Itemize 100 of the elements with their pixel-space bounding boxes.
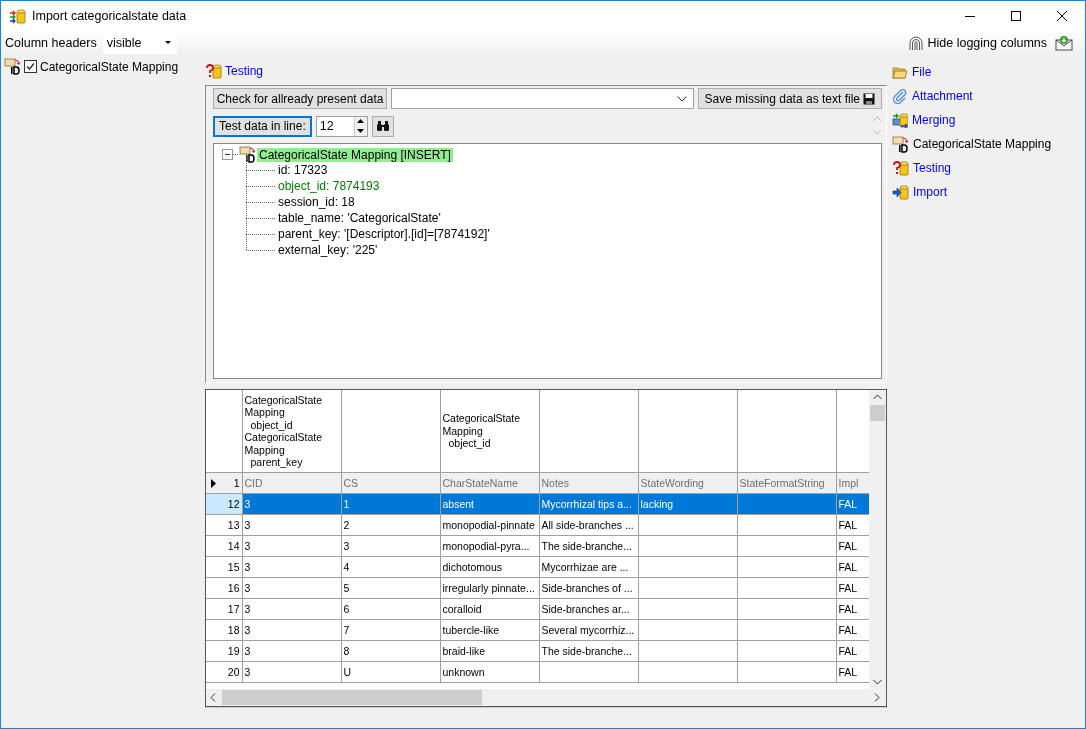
table-cell: FAL (838, 582, 858, 594)
chevron-left-icon[interactable] (210, 693, 216, 702)
table-cell: FAL (838, 561, 858, 573)
envelope-icon[interactable] (1055, 35, 1073, 51)
table-cell: 3 (244, 603, 251, 615)
row-header[interactable]: 16 (206, 577, 242, 599)
chevron-down-icon (676, 95, 687, 102)
column-headers-label: Column headers (5, 36, 97, 50)
table-cell: FAL (838, 540, 858, 552)
table-cell: 3 (244, 666, 251, 678)
binoculars-button[interactable] (371, 115, 394, 137)
chevron-up-icon[interactable] (873, 394, 882, 400)
mapping-column-label: parent_key (249, 456, 304, 469)
table-cell: FAL (838, 666, 858, 678)
scrollbar-thumb[interactable] (870, 405, 885, 421)
chevron-right-icon[interactable] (874, 693, 880, 702)
table-cell: Mycorrhizae are ... (541, 561, 629, 573)
table-cell: FAL (838, 519, 858, 531)
table-cell: monopodial-pinnate (442, 519, 535, 531)
scrollbar-thumb[interactable] (222, 690, 482, 705)
grid-row[interactable]: 16 3 5 irregularly pinnate... Side-branches of ... FAL (206, 577, 869, 599)
table-cell: coralloid (442, 603, 482, 615)
database-icon (9, 7, 26, 25)
save-missing-data-button[interactable]: Save missing data as text file (697, 88, 882, 109)
hide-logging-button[interactable]: Hide logging columns (904, 35, 1051, 51)
table-cell: 3 (244, 582, 251, 594)
table-cell: braid-like (442, 645, 486, 657)
check-data-button[interactable]: Check for allready present data (213, 88, 387, 109)
table-cell: 5 (343, 582, 350, 594)
mapping-column-label: object_id (447, 437, 492, 450)
folder-icon (892, 65, 908, 79)
id-card-icon (892, 135, 909, 153)
paperclip-icon (892, 88, 908, 104)
checkbox[interactable] (24, 60, 37, 73)
row-header[interactable]: 1 (206, 472, 242, 494)
merge-icon (892, 112, 908, 128)
id-card-icon (239, 146, 256, 163)
step-link[interactable]: Import (913, 185, 947, 199)
table-cell: 3 (244, 561, 251, 573)
window-title: Import categoricalstate data (32, 9, 187, 23)
table-cell: Side-branches ar... (541, 603, 630, 615)
row-header[interactable]: 19 (206, 640, 242, 662)
tree-node-label[interactable]: CategoricalState Mapping [INSERT] (257, 147, 453, 162)
collapse-toggle[interactable] (222, 149, 233, 160)
table-cell: 3 (244, 645, 251, 657)
horizontal-scrollbar[interactable] (206, 689, 886, 706)
test-data-button[interactable]: Test data in line: (213, 115, 312, 137)
table-cell: 6 (343, 603, 350, 615)
row-header[interactable]: 17 (206, 598, 242, 620)
tree-node-label[interactable]: parent_key: '[Descriptor].[id]=[7874192]' (278, 227, 490, 241)
table-cell: irregularly pinnate... (442, 582, 535, 594)
row-header[interactable]: 12 (206, 493, 242, 515)
table-cell: Side-branches of ... (541, 582, 633, 594)
import-icon (892, 183, 909, 201)
table-label: CategoricalState Mapping (40, 59, 179, 74)
table-cell: FAL (838, 498, 858, 510)
row-header[interactable]: 20 (206, 661, 242, 683)
testing-icon (205, 62, 222, 80)
tree-node-label[interactable]: object_id: 7874193 (278, 179, 380, 193)
table-cell: dichotomous (442, 561, 503, 573)
grid-row[interactable]: 15 3 4 dichotomous Mycorrhizae are ... FAL (206, 556, 869, 578)
table-cell: tubercle-like (442, 624, 500, 636)
id-card-icon (4, 58, 21, 75)
caret-icon (164, 41, 171, 45)
table-cell: unknown (442, 666, 485, 678)
table-cell: 7 (343, 624, 350, 636)
tree-node-label[interactable]: session_id: 18 (278, 195, 355, 209)
grid-row[interactable]: 18 3 7 tubercle-like Several mycorrhiz... FAL (206, 619, 869, 641)
grid-row[interactable]: 14 3 3 monopodial-pyra... The side-branche... FAL (206, 535, 869, 557)
step-link[interactable]: CategoricalState Mapping (913, 137, 1052, 151)
tree-node-label[interactable]: table_name: 'CategoricalState' (278, 211, 441, 225)
line-number-spinner[interactable]: 12 (315, 115, 368, 137)
grid-row[interactable]: 17 3 6 coralloid Side-branches ar... FAL (206, 598, 869, 620)
vertical-scrollbar[interactable] (869, 390, 886, 689)
grid-row[interactable]: 12 3 1 absent Mycorrhizal tips a... lacking FAL (206, 493, 869, 515)
testing-link[interactable]: Testing (225, 64, 264, 78)
table-cell: monopodial-pyra... (442, 540, 530, 552)
table-cell: FAL (838, 645, 858, 657)
table-cell: Mycorrhizal tips a... (541, 498, 632, 510)
table-cell: Several mycorrhiz... (541, 624, 635, 636)
maximize-icon (1011, 11, 1021, 21)
step-link[interactable]: Merging (912, 113, 956, 127)
table-cell: 3 (343, 540, 350, 552)
floppy-icon (863, 92, 875, 105)
step-link[interactable]: Attachment (912, 89, 973, 103)
tree-node-label[interactable]: external_key: '225' (278, 243, 378, 257)
grid-row[interactable]: 19 3 8 braid-like The side-branche... FAL (206, 640, 869, 662)
chevron-down-icon[interactable] (873, 679, 882, 685)
row-header[interactable]: 14 (206, 535, 242, 557)
grid-row[interactable]: 13 3 2 monopodial-pinnate All side-branches ... FAL (206, 514, 869, 536)
grid-row[interactable]: 20 3 U unknown FAL (206, 661, 869, 683)
table-cell: lacking (640, 498, 674, 510)
step-link[interactable]: File (912, 65, 932, 79)
tree-node-label[interactable]: id: 17323 (278, 163, 328, 177)
step-link[interactable]: Testing (913, 161, 952, 175)
row-header[interactable]: 13 (206, 514, 242, 536)
table-cell: The side-branche... (541, 645, 632, 657)
result-dropdown[interactable] (391, 88, 694, 109)
row-header[interactable]: 18 (206, 619, 242, 641)
row-header[interactable]: 15 (206, 556, 242, 578)
